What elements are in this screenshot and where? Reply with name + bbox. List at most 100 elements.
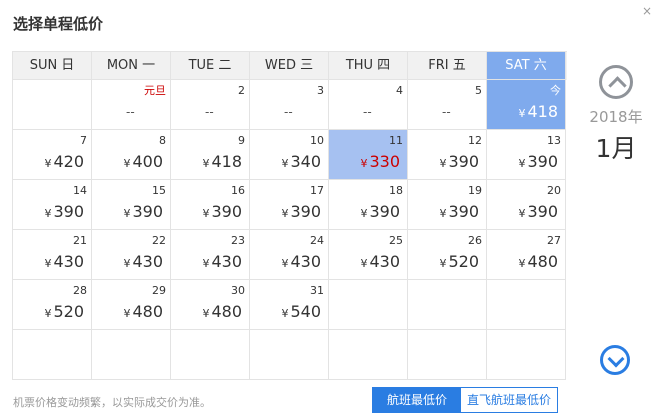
currency-symbol: ¥ (518, 207, 526, 220)
day-number: 27 (547, 234, 561, 247)
calendar-day-cell[interactable]: 24 ¥430 (250, 230, 329, 280)
day-number: 26 (468, 234, 482, 247)
weekday-header-cell: FRI 五 (408, 52, 487, 80)
calendar-day-cell[interactable]: 9 ¥418 (171, 130, 250, 180)
price-value: 430 (53, 252, 84, 271)
day-price: ¥540 (281, 302, 321, 324)
day-price: ¥430 (360, 252, 400, 274)
price-value: 418 (527, 102, 558, 121)
day-price: ¥418 (518, 102, 558, 124)
day-price: ¥480 (518, 252, 558, 274)
calendar-day-cell[interactable]: 4 -- (329, 80, 408, 130)
price-value: 480 (527, 252, 558, 271)
tab-lowest-price[interactable]: 航班最低价 (373, 388, 462, 412)
dialog-title: 选择单程低价 (13, 15, 104, 33)
close-icon[interactable]: × (642, 4, 652, 18)
weekday-header-cell: THU 四 (329, 52, 408, 80)
calendar-day-cell[interactable]: 5 -- (408, 80, 487, 130)
price-value: 390 (527, 152, 558, 171)
price-value: 430 (290, 252, 321, 271)
price-value: 390 (527, 202, 558, 221)
day-number: 17 (310, 184, 324, 197)
day-number: 10 (310, 134, 324, 147)
calendar-day-cell[interactable]: 8 ¥400 (92, 130, 171, 180)
tab-direct-lowest-price[interactable]: 直飞航班最低价 (461, 388, 558, 412)
calendar-day-cell[interactable]: 2 -- (171, 80, 250, 130)
day-price: ¥390 (44, 202, 84, 224)
day-price: ¥430 (44, 252, 84, 274)
day-price: ¥390 (281, 202, 321, 224)
calendar-day-cell[interactable]: 30 ¥480 (171, 280, 250, 330)
calendar-day-cell[interactable]: 3 -- (250, 80, 329, 130)
weekday-header: SUN 日 MON 一 TUE 二 WED 三 THU 四 FRI 五 SAT 六 (13, 52, 567, 80)
currency-symbol: ¥ (518, 257, 526, 270)
calendar-day-cell[interactable]: 14 ¥390 (13, 180, 92, 230)
price-value: 390 (211, 202, 242, 221)
calendar-day-cell[interactable]: 17 ¥390 (250, 180, 329, 230)
calendar-day-cell[interactable]: 12 ¥390 (408, 130, 487, 180)
day-number: 9 (238, 134, 245, 147)
no-price-placeholder: -- (363, 105, 372, 119)
currency-symbol: ¥ (439, 257, 447, 270)
no-price-placeholder: -- (205, 105, 214, 119)
day-number: 11 (389, 134, 403, 147)
currency-symbol: ¥ (281, 257, 289, 270)
calendar-day-cell[interactable]: 22 ¥430 (92, 230, 171, 280)
price-value: 390 (132, 202, 163, 221)
day-number: 19 (468, 184, 482, 197)
currency-symbol: ¥ (360, 157, 368, 170)
day-price: ¥390 (360, 202, 400, 224)
currency-symbol: ¥ (518, 107, 526, 120)
calendar-day-cell[interactable]: 13 ¥390 (487, 130, 566, 180)
currency-symbol: ¥ (123, 307, 131, 320)
day-price: ¥390 (518, 152, 558, 174)
chevron-up-icon[interactable] (599, 65, 633, 99)
weekday-header-cell: SAT 六 (487, 52, 566, 80)
calendar-day-cell[interactable]: 19 ¥390 (408, 180, 487, 230)
weekday-header-cell: SUN 日 (13, 52, 92, 80)
calendar-day-cell[interactable]: 26 ¥520 (408, 230, 487, 280)
calendar-empty-cell (487, 280, 566, 330)
day-price: ¥390 (439, 202, 479, 224)
calendar-day-cell[interactable]: 27 ¥480 (487, 230, 566, 280)
day-price: ¥340 (281, 152, 321, 174)
day-number: 8 (159, 134, 166, 147)
calendar-empty-cell (13, 330, 92, 380)
day-price: ¥480 (202, 302, 242, 324)
day-number: 23 (231, 234, 245, 247)
day-price: ¥520 (44, 302, 84, 324)
day-number: 20 (547, 184, 561, 197)
calendar-day-cell[interactable]: 18 ¥390 (329, 180, 408, 230)
calendar-day-cell[interactable]: 15 ¥390 (92, 180, 171, 230)
day-price: ¥480 (123, 302, 163, 324)
calendar-day-cell[interactable]: 11 ¥330 (329, 130, 408, 180)
calendar-day-cell[interactable]: 25 ¥430 (329, 230, 408, 280)
calendar-day-cell[interactable]: 今 ¥418 (487, 80, 566, 130)
calendar-day-cell[interactable]: 21 ¥430 (13, 230, 92, 280)
calendar-week-row: 元旦 -- 2 -- 3 -- 4 -- 5 -- 今 ¥418 (13, 80, 567, 130)
calendar-day-cell[interactable]: 10 ¥340 (250, 130, 329, 180)
calendar-day-cell[interactable]: 28 ¥520 (13, 280, 92, 330)
price-value: 420 (53, 152, 84, 171)
calendar-day-cell[interactable]: 7 ¥420 (13, 130, 92, 180)
calendar-day-cell[interactable]: 16 ¥390 (171, 180, 250, 230)
chevron-down-icon[interactable] (600, 345, 630, 375)
today-label: 今 (550, 84, 561, 97)
calendar-empty-cell (408, 280, 487, 330)
calendar-empty-cell (329, 280, 408, 330)
price-value: 430 (211, 252, 242, 271)
month-navigator: 2018年 1月 (578, 65, 654, 165)
month-label: 1月 (595, 134, 637, 163)
currency-symbol: ¥ (44, 207, 52, 220)
calendar-day-cell[interactable]: 23 ¥430 (171, 230, 250, 280)
day-number: 14 (73, 184, 87, 197)
price-value: 390 (53, 202, 84, 221)
calendar-day-cell[interactable]: 29 ¥480 (92, 280, 171, 330)
calendar-week-row: 7 ¥420 8 ¥400 9 ¥418 10 ¥340 11 ¥330 12 ¥390 13 ¥390 (13, 130, 567, 180)
currency-symbol: ¥ (439, 157, 447, 170)
calendar-day-cell[interactable]: 31 ¥540 (250, 280, 329, 330)
calendar-day-cell[interactable]: 元旦 -- (92, 80, 171, 130)
calendar-day-cell[interactable]: 20 ¥390 (487, 180, 566, 230)
year-label: 2018年 (589, 108, 643, 126)
price-value: 480 (132, 302, 163, 321)
